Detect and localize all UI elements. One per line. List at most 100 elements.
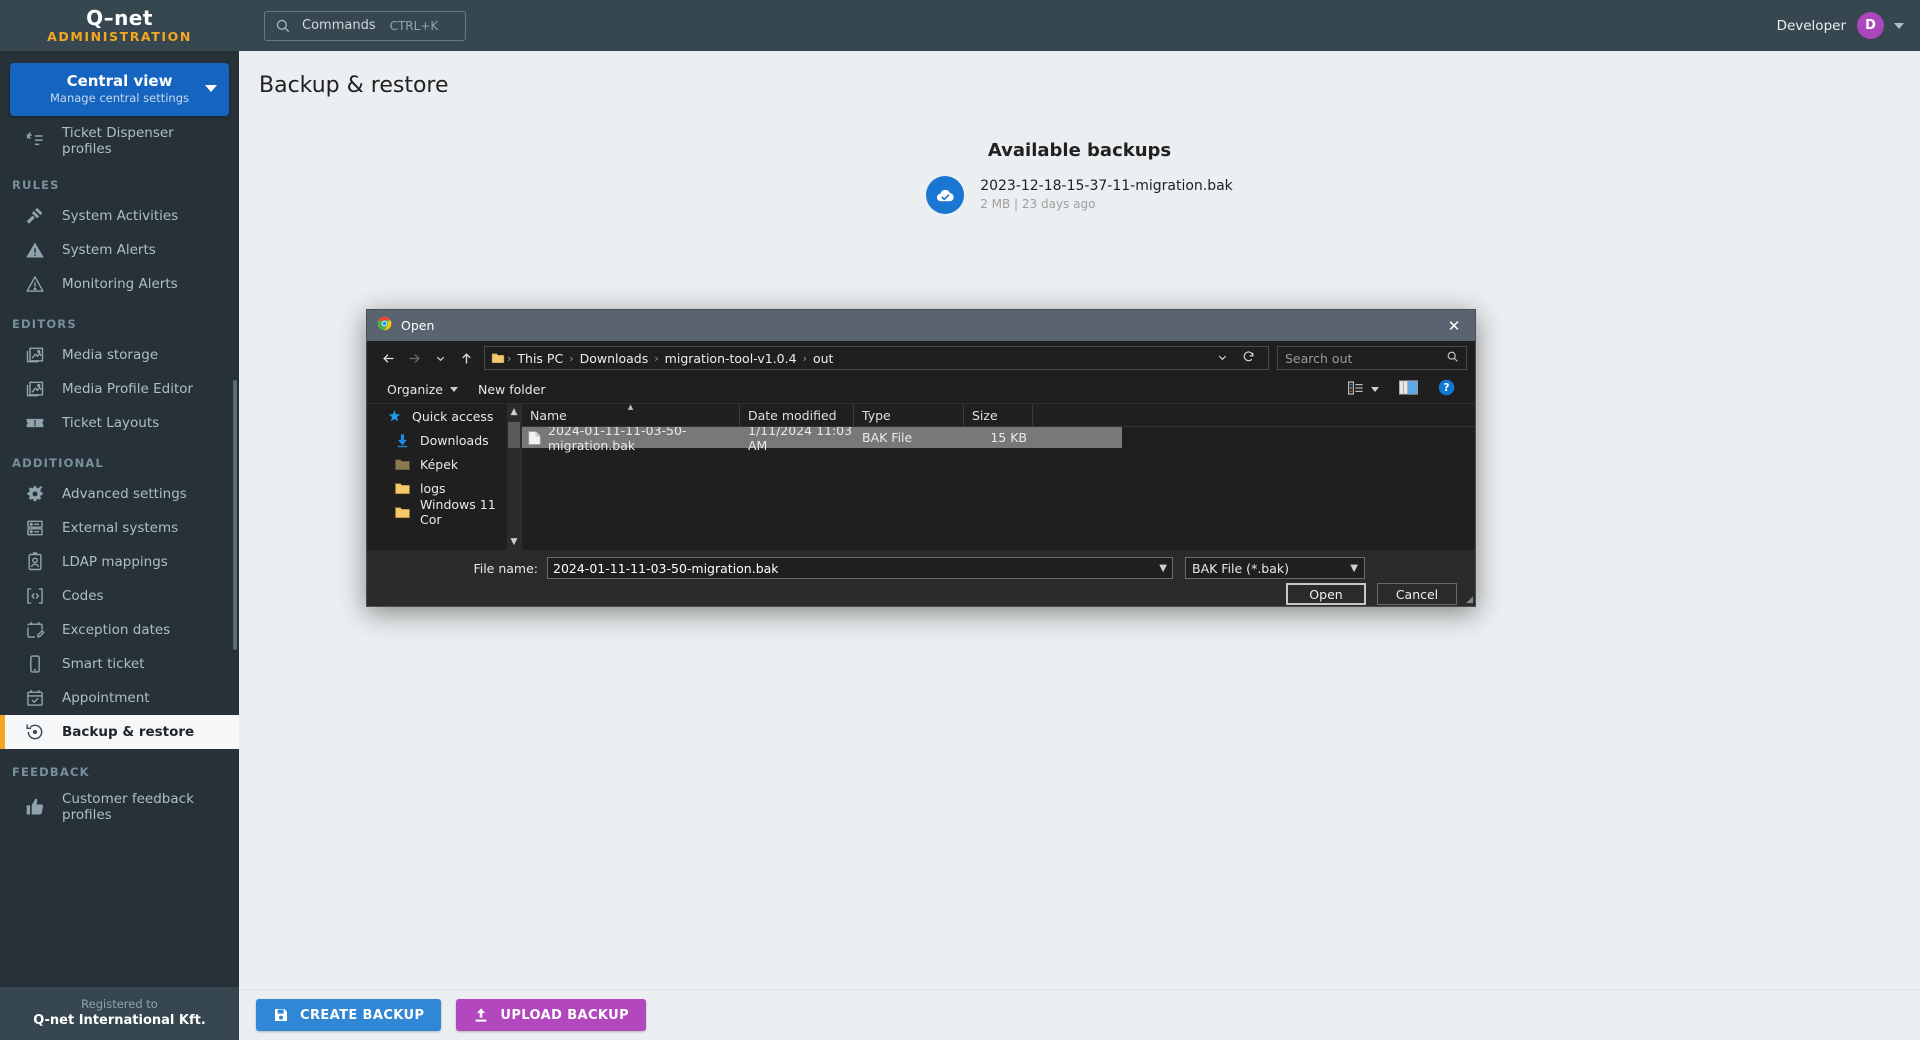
dialog-titlebar[interactable]: Open ✕ [367, 310, 1475, 341]
back-arrow-icon[interactable] [375, 345, 401, 371]
sidebar-item-smart-ticket[interactable]: Smart ticket [0, 647, 239, 681]
gavel-icon [24, 205, 46, 227]
folder-icon [395, 482, 413, 495]
sidebar-section-feedback: FEEDBACK [12, 765, 90, 779]
sidebar-item-customer-feedback-profiles[interactable]: Customer feedback profiles [0, 786, 239, 828]
download-arrow-icon [395, 433, 413, 448]
scroll-down-icon[interactable]: ▼ [511, 534, 518, 550]
search-icon [275, 18, 290, 33]
sidebar-item-system-alerts[interactable]: System Alerts [0, 233, 239, 267]
help-icon: ? [1438, 379, 1455, 399]
folder-icon [491, 351, 505, 365]
filename-row: File name: 2024-01-11-11-03-50-migration… [367, 550, 1475, 580]
up-arrow-icon[interactable] [453, 345, 479, 371]
tree-item-label: Downloads [420, 432, 489, 448]
warning-outline-icon [24, 273, 46, 295]
column-header-type[interactable]: Type [854, 403, 964, 427]
commands-search-button[interactable]: Commands CTRL+K [264, 10, 466, 41]
user-name: Developer [1776, 17, 1846, 34]
dialog-navigation-bar: › This PC › Downloads › migration-tool-v1.0.4… [367, 341, 1475, 375]
breadcrumb-segment[interactable]: Downloads [574, 351, 655, 366]
sidebar-item-label: Media storage [62, 347, 159, 363]
tree-items: Quick access Downloads Képek logs Windows 11… [367, 404, 521, 527]
sidebar-item-ticket-layouts[interactable]: Ticket Layouts [0, 406, 239, 440]
image-stack-icon [24, 344, 46, 366]
sidebar-item-advanced-settings[interactable]: Advanced settings [0, 477, 239, 511]
brand-header: Q–net ADMINISTRATION [0, 0, 239, 51]
restore-backup-icon[interactable] [926, 176, 965, 214]
tree-item-downloads[interactable]: Downloads [367, 428, 521, 452]
breadcrumb-segment[interactable]: out [807, 351, 839, 366]
filetype-select[interactable]: BAK File (*.bak) ▼ [1185, 557, 1365, 579]
chrome-logo-icon [377, 316, 392, 335]
column-header-name[interactable]: Name [522, 403, 740, 427]
file-row[interactable]: 2024-01-11-11-03-50-migration.bak 1/11/20… [522, 423, 1122, 453]
sidebar-item-exception-dates[interactable]: Exception dates [0, 613, 239, 647]
refresh-icon[interactable] [1235, 350, 1262, 366]
user-menu[interactable]: Developer D [1777, 12, 1904, 39]
restore-icon [24, 721, 46, 743]
sidebar-scrollbar[interactable] [233, 380, 237, 650]
sidebar: Q–net ADMINISTRATION Central view Manage… [0, 0, 239, 1040]
breadcrumb-dropdown-icon[interactable] [1210, 351, 1235, 366]
breadcrumb-segment[interactable]: This PC [511, 351, 569, 366]
sidebar-item-monitoring-alerts[interactable]: Monitoring Alerts [0, 267, 239, 301]
available-backups-heading: Available backups [987, 140, 1172, 161]
sidebar-item-label: Smart ticket [62, 656, 145, 672]
commands-shortcut: CTRL+K [389, 18, 439, 33]
chevron-down-icon: ▼ [1350, 562, 1358, 574]
recent-locations-chevron-icon[interactable] [427, 345, 453, 371]
warning-filled-icon [24, 239, 46, 261]
create-backup-button[interactable]: CREATE BACKUP [256, 999, 442, 1031]
organize-label: Organize [387, 381, 443, 397]
tree-scrollbar[interactable]: ▲ ▼ [507, 404, 521, 550]
search-placeholder: Search out [1285, 350, 1353, 366]
close-icon[interactable]: ✕ [1433, 310, 1475, 341]
sidebar-item-label: Exception dates [62, 622, 171, 638]
scroll-up-icon[interactable]: ▲ [511, 404, 518, 420]
column-header-size[interactable]: Size [964, 403, 1033, 427]
cancel-button[interactable]: Cancel [1377, 583, 1457, 605]
central-view-selector[interactable]: Central view Manage central settings [10, 63, 229, 116]
folder-icon [395, 458, 413, 471]
scrollbar-thumb[interactable] [508, 422, 520, 448]
sidebar-item-codes[interactable]: Codes [0, 579, 239, 613]
dialog-buttons: Open Cancel [1275, 583, 1457, 605]
tree-item-label: Képek [420, 456, 459, 472]
resize-grip-icon[interactable]: ◢ [1466, 595, 1473, 605]
preview-pane-button[interactable] [1389, 378, 1428, 401]
forward-arrow-icon[interactable] [401, 345, 427, 371]
tree-item-label: Quick access [412, 408, 494, 424]
tree-item-windows-11-cor[interactable]: Windows 11 Cor [367, 497, 521, 527]
sidebar-item-media-profile-editor[interactable]: Media Profile Editor [0, 372, 239, 406]
sidebar-item-system-activities[interactable]: System Activities [0, 199, 239, 233]
breadcrumb-actions [1210, 350, 1262, 366]
open-button[interactable]: Open [1286, 583, 1366, 605]
breadcrumb[interactable]: › This PC › Downloads › migration-tool-v1.0.4… [484, 346, 1269, 370]
breadcrumb-segment[interactable]: migration-tool-v1.0.4 [659, 351, 803, 366]
filename-value: 2024-01-11-11-03-50-migration.bak [553, 560, 779, 576]
tree-item-quick-access[interactable]: Quick access [367, 404, 521, 428]
help-button[interactable]: ? [1428, 378, 1465, 401]
view-options-button[interactable] [1338, 378, 1389, 401]
file-date-modified: 1/11/2024 11:03 AM [748, 422, 853, 453]
sidebar-item-external-systems[interactable]: External systems [0, 511, 239, 545]
registered-company: Q-net International Kft. [33, 1013, 206, 1028]
column-header-date-modified[interactable]: Date modified [740, 403, 854, 427]
sidebar-item-backup-restore[interactable]: Backup & restore [0, 715, 239, 749]
chevron-down-icon[interactable]: ▼ [1159, 563, 1167, 574]
organize-button[interactable]: Organize [377, 378, 468, 401]
filename-input[interactable]: 2024-01-11-11-03-50-migration.bak ▼ [547, 557, 1173, 579]
upload-backup-button[interactable]: UPLOAD BACKUP [456, 999, 647, 1031]
svg-text:?: ? [1443, 381, 1449, 394]
search-input[interactable]: Search out [1277, 346, 1467, 370]
sidebar-item-appointment[interactable]: Appointment [0, 681, 239, 715]
sidebar-item-ticket-dispenser-profiles[interactable]: Ticket Dispenser profiles [0, 120, 239, 162]
sidebar-item-media-storage[interactable]: Media storage [0, 338, 239, 372]
tree-item-k-pek[interactable]: Képek [367, 452, 521, 476]
new-folder-button[interactable]: New folder [468, 378, 556, 401]
tree-item-label: Windows 11 Cor [419, 497, 496, 527]
backup-meta: 2 MB | 23 days ago [980, 197, 1096, 211]
sidebar-item-label: Backup & restore [62, 724, 195, 740]
sidebar-item-ldap-mappings[interactable]: LDAP mappings [0, 545, 239, 579]
